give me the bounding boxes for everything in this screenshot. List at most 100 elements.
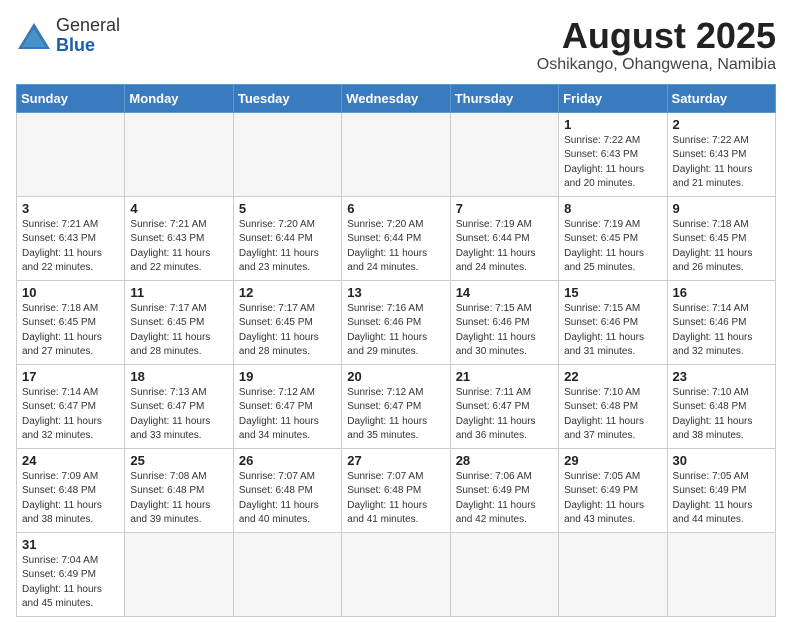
- day-info: Sunrise: 7:05 AM Sunset: 6:49 PM Dayligh…: [564, 470, 661, 528]
- calendar-day-cell: 4Sunrise: 7:21 AM Sunset: 6:43 PM Daylig…: [125, 196, 233, 280]
- calendar-day-cell: 31 Sunrise: 7:04 AM Sunset: 6:49 PM Dayli…: [17, 532, 125, 616]
- day-info: Sunrise: 7:10 AM Sunset: 6:48 PM Dayligh…: [564, 386, 661, 444]
- day-info: Sunrise: 7:18 AM Sunset: 6:45 PM Dayligh…: [22, 302, 119, 360]
- calendar-day-cell: 13Sunrise: 7:16 AM Sunset: 6:46 PM Dayli…: [342, 280, 450, 364]
- day-info: Sunrise: 7:17 AM Sunset: 6:45 PM Dayligh…: [239, 302, 336, 360]
- day-info: Sunrise: 7:19 AM Sunset: 6:44 PM Dayligh…: [456, 218, 553, 276]
- day-number: 26: [239, 453, 336, 468]
- day-info: Sunrise: 7:12 AM Sunset: 6:47 PM Dayligh…: [347, 386, 444, 444]
- weekday-header-cell: Friday: [559, 84, 667, 112]
- calendar-day-cell: 27Sunrise: 7:07 AM Sunset: 6:48 PM Dayli…: [342, 448, 450, 532]
- day-number: 22: [564, 369, 661, 384]
- calendar-week-row: 31 Sunrise: 7:04 AM Sunset: 6:49 PM Dayli…: [17, 532, 776, 616]
- calendar-week-row: 10 Sunrise: 7:18 AM Sunset: 6:45 PM Dayli…: [17, 280, 776, 364]
- day-info: Sunrise: 7:09 AM Sunset: 6:48 PM Dayligh…: [22, 470, 119, 528]
- calendar-day-cell: 29 Sunrise: 7:05 AM Sunset: 6:49 PM Dayli…: [559, 448, 667, 532]
- day-info: Sunrise: 7:20 AM Sunset: 6:44 PM Dayligh…: [239, 218, 336, 276]
- calendar-week-row: 17Sunrise: 7:14 AM Sunset: 6:47 PM Dayli…: [17, 364, 776, 448]
- day-number: 29: [564, 453, 661, 468]
- day-number: 18: [130, 369, 227, 384]
- calendar-day-cell: [342, 112, 450, 196]
- day-info: Sunrise: 7:18 AM Sunset: 6:45 PM Dayligh…: [673, 218, 770, 276]
- calendar-day-cell: 7 Sunrise: 7:19 AM Sunset: 6:44 PM Daylig…: [450, 196, 558, 280]
- day-info: Sunrise: 7:10 AM Sunset: 6:48 PM Dayligh…: [673, 386, 770, 444]
- calendar-day-cell: [559, 532, 667, 616]
- day-info: Sunrise: 7:13 AM Sunset: 6:47 PM Dayligh…: [130, 386, 227, 444]
- day-info: Sunrise: 7:21 AM Sunset: 6:43 PM Dayligh…: [22, 218, 119, 276]
- calendar-day-cell: [233, 112, 341, 196]
- calendar-day-cell: 2Sunrise: 7:22 AM Sunset: 6:43 PM Daylig…: [667, 112, 775, 196]
- month-year-title: August 2025: [537, 16, 776, 56]
- page-header: General Blue August 2025 Oshikango, Ohan…: [16, 16, 776, 74]
- calendar-day-cell: 8Sunrise: 7:19 AM Sunset: 6:45 PM Daylig…: [559, 196, 667, 280]
- calendar-week-row: 1 Sunrise: 7:22 AM Sunset: 6:43 PM Daylig…: [17, 112, 776, 196]
- weekday-header-cell: Sunday: [17, 84, 125, 112]
- day-number: 12: [239, 285, 336, 300]
- day-info: Sunrise: 7:11 AM Sunset: 6:47 PM Dayligh…: [456, 386, 553, 444]
- calendar-body: 1 Sunrise: 7:22 AM Sunset: 6:43 PM Daylig…: [17, 112, 776, 616]
- calendar-day-cell: [450, 112, 558, 196]
- day-info: Sunrise: 7:08 AM Sunset: 6:48 PM Dayligh…: [130, 470, 227, 528]
- day-number: 16: [673, 285, 770, 300]
- day-number: 31: [22, 537, 119, 552]
- calendar-day-cell: 3 Sunrise: 7:21 AM Sunset: 6:43 PM Daylig…: [17, 196, 125, 280]
- calendar-day-cell: 15Sunrise: 7:15 AM Sunset: 6:46 PM Dayli…: [559, 280, 667, 364]
- calendar-day-cell: 23 Sunrise: 7:10 AM Sunset: 6:48 PM Dayli…: [667, 364, 775, 448]
- day-info: Sunrise: 7:16 AM Sunset: 6:46 PM Dayligh…: [347, 302, 444, 360]
- day-info: Sunrise: 7:05 AM Sunset: 6:49 PM Dayligh…: [673, 470, 770, 528]
- day-info: Sunrise: 7:15 AM Sunset: 6:46 PM Dayligh…: [456, 302, 553, 360]
- calendar-day-cell: 10 Sunrise: 7:18 AM Sunset: 6:45 PM Dayli…: [17, 280, 125, 364]
- day-number: 30: [673, 453, 770, 468]
- calendar-day-cell: 1Sunrise: 7:22 AM Sunset: 6:43 PM Daylig…: [559, 112, 667, 196]
- calendar-day-cell: [342, 532, 450, 616]
- title-section: August 2025 Oshikango, Ohangwena, Namibi…: [537, 16, 776, 74]
- weekday-header-cell: Saturday: [667, 84, 775, 112]
- day-number: 5: [239, 201, 336, 216]
- calendar-day-cell: 26Sunrise: 7:07 AM Sunset: 6:48 PM Dayli…: [233, 448, 341, 532]
- calendar-day-cell: 18 Sunrise: 7:13 AM Sunset: 6:47 PM Dayli…: [125, 364, 233, 448]
- calendar-day-cell: 19Sunrise: 7:12 AM Sunset: 6:47 PM Dayli…: [233, 364, 341, 448]
- calendar-day-cell: 22 Sunrise: 7:10 AM Sunset: 6:48 PM Dayli…: [559, 364, 667, 448]
- day-number: 1: [564, 117, 661, 132]
- location-subtitle: Oshikango, Ohangwena, Namibia: [537, 56, 776, 74]
- calendar-day-cell: 16 Sunrise: 7:14 AM Sunset: 6:46 PM Dayli…: [667, 280, 775, 364]
- day-number: 3: [22, 201, 119, 216]
- day-info: Sunrise: 7:21 AM Sunset: 6:43 PM Dayligh…: [130, 218, 227, 276]
- calendar-week-row: 3 Sunrise: 7:21 AM Sunset: 6:43 PM Daylig…: [17, 196, 776, 280]
- weekday-header-cell: Thursday: [450, 84, 558, 112]
- logo: General Blue: [16, 16, 120, 56]
- day-info: Sunrise: 7:14 AM Sunset: 6:46 PM Dayligh…: [673, 302, 770, 360]
- weekday-header-cell: Wednesday: [342, 84, 450, 112]
- calendar-day-cell: [125, 532, 233, 616]
- day-number: 7: [456, 201, 553, 216]
- calendar-day-cell: 28Sunrise: 7:06 AM Sunset: 6:49 PM Dayli…: [450, 448, 558, 532]
- calendar-table: SundayMondayTuesdayWednesdayThursdayFrid…: [16, 84, 776, 617]
- day-info: Sunrise: 7:22 AM Sunset: 6:43 PM Dayligh…: [673, 134, 770, 192]
- day-number: 10: [22, 285, 119, 300]
- day-number: 21: [456, 369, 553, 384]
- calendar-day-cell: 25 Sunrise: 7:08 AM Sunset: 6:48 PM Dayli…: [125, 448, 233, 532]
- calendar-week-row: 24 Sunrise: 7:09 AM Sunset: 6:48 PM Dayli…: [17, 448, 776, 532]
- calendar-day-cell: 30 Sunrise: 7:05 AM Sunset: 6:49 PM Dayli…: [667, 448, 775, 532]
- day-info: Sunrise: 7:17 AM Sunset: 6:45 PM Dayligh…: [130, 302, 227, 360]
- calendar-day-cell: 24 Sunrise: 7:09 AM Sunset: 6:48 PM Dayli…: [17, 448, 125, 532]
- day-number: 11: [130, 285, 227, 300]
- day-info: Sunrise: 7:07 AM Sunset: 6:48 PM Dayligh…: [347, 470, 444, 528]
- calendar-day-cell: [450, 532, 558, 616]
- day-number: 9: [673, 201, 770, 216]
- calendar-day-cell: 21 Sunrise: 7:11 AM Sunset: 6:47 PM Dayli…: [450, 364, 558, 448]
- day-info: Sunrise: 7:12 AM Sunset: 6:47 PM Dayligh…: [239, 386, 336, 444]
- day-number: 20: [347, 369, 444, 384]
- calendar-day-cell: 5 Sunrise: 7:20 AM Sunset: 6:44 PM Daylig…: [233, 196, 341, 280]
- calendar-day-cell: 20 Sunrise: 7:12 AM Sunset: 6:47 PM Dayli…: [342, 364, 450, 448]
- day-number: 17: [22, 369, 119, 384]
- day-number: 24: [22, 453, 119, 468]
- day-number: 15: [564, 285, 661, 300]
- day-number: 25: [130, 453, 227, 468]
- day-number: 6: [347, 201, 444, 216]
- calendar-day-cell: 9 Sunrise: 7:18 AM Sunset: 6:45 PM Daylig…: [667, 196, 775, 280]
- calendar-day-cell: 14Sunrise: 7:15 AM Sunset: 6:46 PM Dayli…: [450, 280, 558, 364]
- day-number: 23: [673, 369, 770, 384]
- day-info: Sunrise: 7:04 AM Sunset: 6:49 PM Dayligh…: [22, 554, 119, 612]
- day-number: 8: [564, 201, 661, 216]
